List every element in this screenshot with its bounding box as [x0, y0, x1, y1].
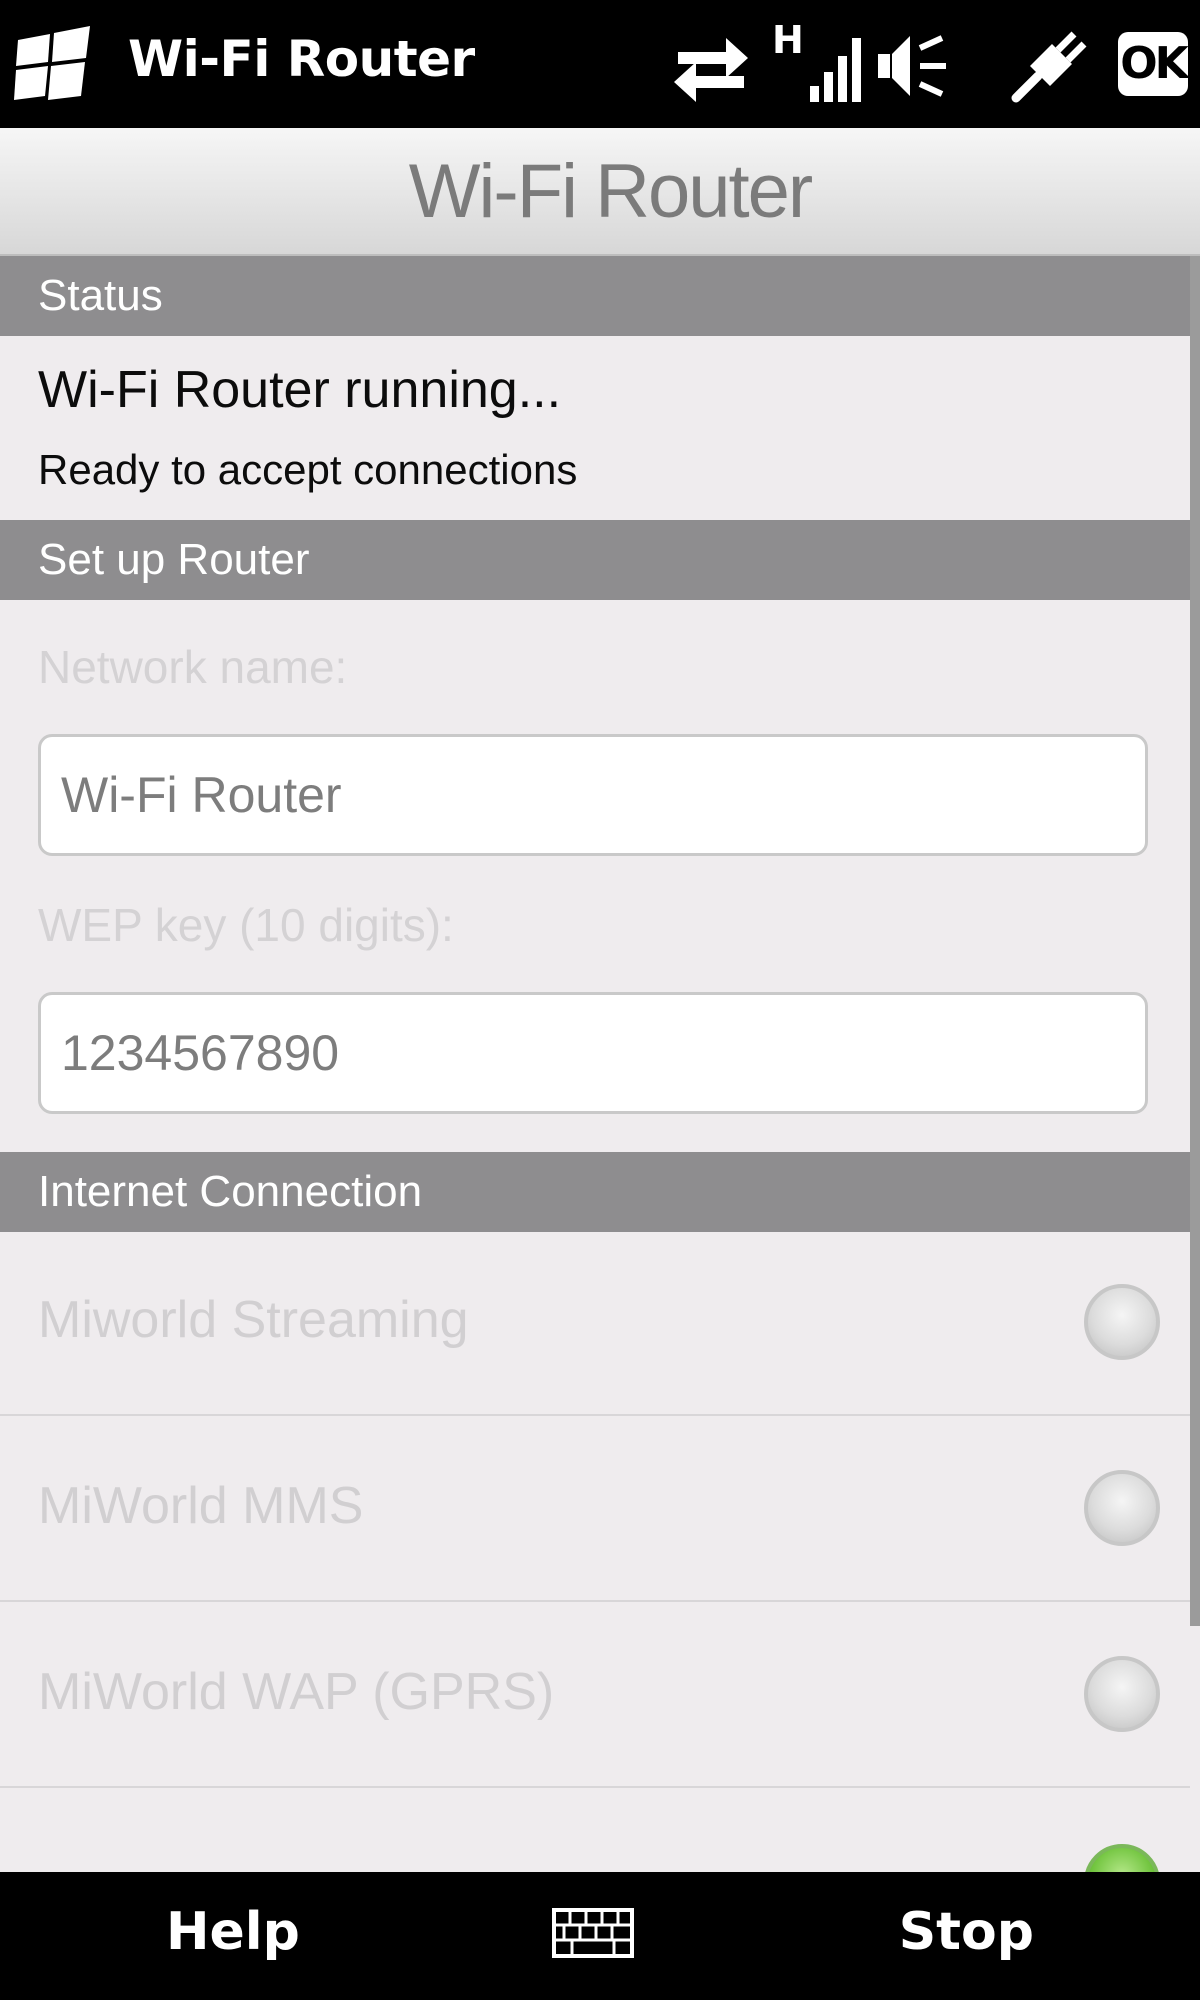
connection-label: MiWorld WAP (GPRS) — [38, 1663, 555, 1721]
app-title[interactable]: Wi-Fi Router — [128, 30, 475, 88]
scrollbar[interactable] — [1190, 256, 1200, 1626]
section-header-setup: Set up Router — [0, 520, 1190, 600]
windows-start-icon[interactable] — [14, 26, 94, 104]
connection-item-partial[interactable] — [0, 1790, 1190, 1872]
speaker-muted-icon[interactable] — [876, 26, 948, 106]
connection-item-miworld-streaming[interactable]: Miworld Streaming — [0, 1232, 1190, 1416]
section-header-status: Status — [0, 256, 1190, 336]
hsdpa-indicator-icon: H — [772, 18, 804, 62]
connection-item-miworld-wap[interactable]: MiWorld WAP (GPRS) — [0, 1604, 1190, 1788]
ok-button[interactable]: OK — [1118, 32, 1189, 96]
status-sub-text: Ready to accept connections — [38, 446, 578, 493]
section-header-internet: Internet Connection — [0, 1152, 1190, 1232]
connection-item-miworld-mms[interactable]: MiWorld MMS — [0, 1418, 1190, 1602]
connection-label: MiWorld MMS — [38, 1477, 364, 1535]
wep-key-input[interactable] — [38, 992, 1148, 1114]
radio-button[interactable] — [1084, 1656, 1160, 1732]
help-softkey[interactable]: Help — [166, 1902, 300, 1962]
signal-strength-icon — [810, 38, 861, 102]
network-name-label: Network name: — [38, 641, 348, 693]
title-bar: Wi-Fi Router — [0, 128, 1200, 256]
stop-softkey[interactable]: Stop — [899, 1902, 1034, 1962]
status-bar: Wi-Fi Router H OK — [0, 0, 1200, 128]
soft-key-bar: Help Stop — [0, 1872, 1200, 2000]
page-title: Wi-Fi Router — [408, 149, 813, 234]
radio-button[interactable] — [1084, 1470, 1160, 1546]
wep-key-label: WEP key (10 digits): — [38, 899, 454, 951]
usb-connection-icon — [1011, 31, 1087, 103]
status-main-text: Wi-Fi Router running... — [38, 361, 562, 419]
network-name-input[interactable] — [38, 734, 1148, 856]
radio-button[interactable] — [1084, 1284, 1160, 1360]
radio-button-selected[interactable] — [1084, 1844, 1160, 1872]
data-transfer-icon — [674, 38, 748, 102]
connection-label: Miworld Streaming — [38, 1291, 469, 1349]
keyboard-icon[interactable] — [552, 1908, 634, 1958]
